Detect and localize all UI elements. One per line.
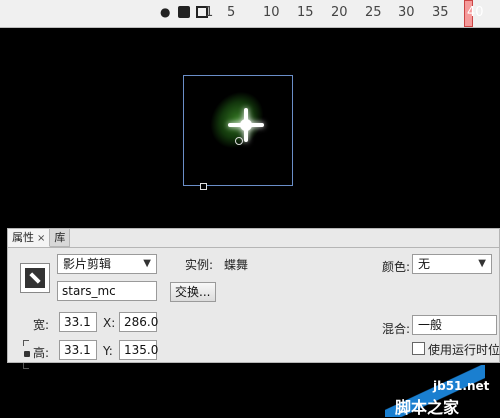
star-core bbox=[240, 119, 252, 131]
eye-icon[interactable]: ● bbox=[160, 6, 172, 18]
transform-handle[interactable] bbox=[200, 183, 207, 190]
y-value: 135.0 bbox=[124, 343, 159, 357]
instance-symbol-name: 蝶舞 bbox=[224, 258, 249, 272]
timeline-header: ● 1 5 10 15 20 25 30 35 40 bbox=[0, 0, 500, 28]
tab-properties-label: 属性 bbox=[12, 231, 34, 244]
width-input[interactable]: 33.1 bbox=[59, 312, 97, 332]
width-label: 宽: bbox=[33, 318, 50, 332]
chevron-down-icon: ▼ bbox=[478, 258, 486, 269]
color-label: 颜色: bbox=[382, 260, 411, 274]
movieclip-symbol-icon bbox=[20, 263, 50, 293]
lock-bracket-top bbox=[23, 340, 29, 346]
tab-properties[interactable]: 属性 × bbox=[8, 229, 51, 247]
watermark-brand: 脚本之家 bbox=[395, 398, 460, 417]
close-icon[interactable]: × bbox=[37, 233, 45, 244]
instance-name-input[interactable]: stars_mc bbox=[57, 281, 157, 301]
panel-tabs: 属性 × 库 bbox=[8, 229, 71, 247]
frame-number: 10 bbox=[263, 5, 280, 20]
properties-panel: 属性 × 库 影片剪辑 ▼ 实例: 蝶舞 stars_mc 交换... 宽: 33… bbox=[7, 228, 500, 369]
frame-number: 20 bbox=[331, 5, 348, 20]
lock-icon[interactable] bbox=[24, 351, 30, 357]
x-label: X: bbox=[103, 316, 116, 330]
runtime-bitmap-cache-checkbox[interactable] bbox=[412, 342, 425, 355]
blend-mode-select[interactable]: 一般 bbox=[412, 315, 497, 335]
color-effect-value: 无 bbox=[418, 257, 431, 271]
lock-bracket-bottom bbox=[23, 363, 29, 369]
y-input[interactable]: 135.0 bbox=[119, 340, 159, 360]
width-value: 33.1 bbox=[64, 315, 91, 329]
lock-icon[interactable] bbox=[178, 6, 190, 18]
height-value: 33.1 bbox=[64, 343, 91, 357]
instance-label: 实例: bbox=[185, 258, 214, 272]
frame-number: 5 bbox=[227, 5, 236, 20]
watermark-url: jb51.net bbox=[433, 379, 490, 393]
panel-body: 影片剪辑 ▼ 实例: 蝶舞 stars_mc 交换... 宽: 33.1 X: … bbox=[8, 247, 500, 369]
current-frame-label: 40 bbox=[467, 5, 484, 20]
color-effect-select[interactable]: 无 ▼ bbox=[412, 254, 492, 274]
height-input[interactable]: 33.1 bbox=[59, 340, 97, 360]
swap-button[interactable]: 交换... bbox=[170, 282, 216, 302]
height-label: 高: bbox=[33, 346, 50, 360]
chevron-down-icon: ▼ bbox=[143, 258, 151, 269]
x-value: 286.0 bbox=[124, 315, 159, 329]
frame-number: 25 bbox=[365, 5, 382, 20]
runtime-bitmap-cache-label: 使用运行时位 bbox=[428, 343, 500, 357]
y-label: Y: bbox=[103, 344, 113, 358]
frame-number: 35 bbox=[432, 5, 449, 20]
timeline-layer-icons: ● bbox=[160, 6, 208, 18]
registration-point[interactable] bbox=[235, 137, 243, 145]
frame-number: 1 bbox=[205, 5, 214, 20]
tab-library[interactable]: 库 bbox=[50, 229, 71, 247]
symbol-type-value: 影片剪辑 bbox=[63, 257, 112, 271]
instance-name-value: stars_mc bbox=[62, 284, 116, 298]
tab-library-label: 库 bbox=[54, 231, 66, 244]
frame-number: 15 bbox=[297, 5, 314, 20]
symbol-type-select[interactable]: 影片剪辑 ▼ bbox=[57, 254, 157, 274]
blend-label: 混合: bbox=[382, 322, 411, 336]
x-input[interactable]: 286.0 bbox=[119, 312, 159, 332]
frame-ruler[interactable]: 1 5 10 15 20 25 30 35 bbox=[205, 6, 500, 20]
frame-number: 30 bbox=[398, 5, 415, 20]
stage-canvas[interactable] bbox=[0, 28, 500, 223]
blend-mode-value: 一般 bbox=[418, 318, 443, 332]
